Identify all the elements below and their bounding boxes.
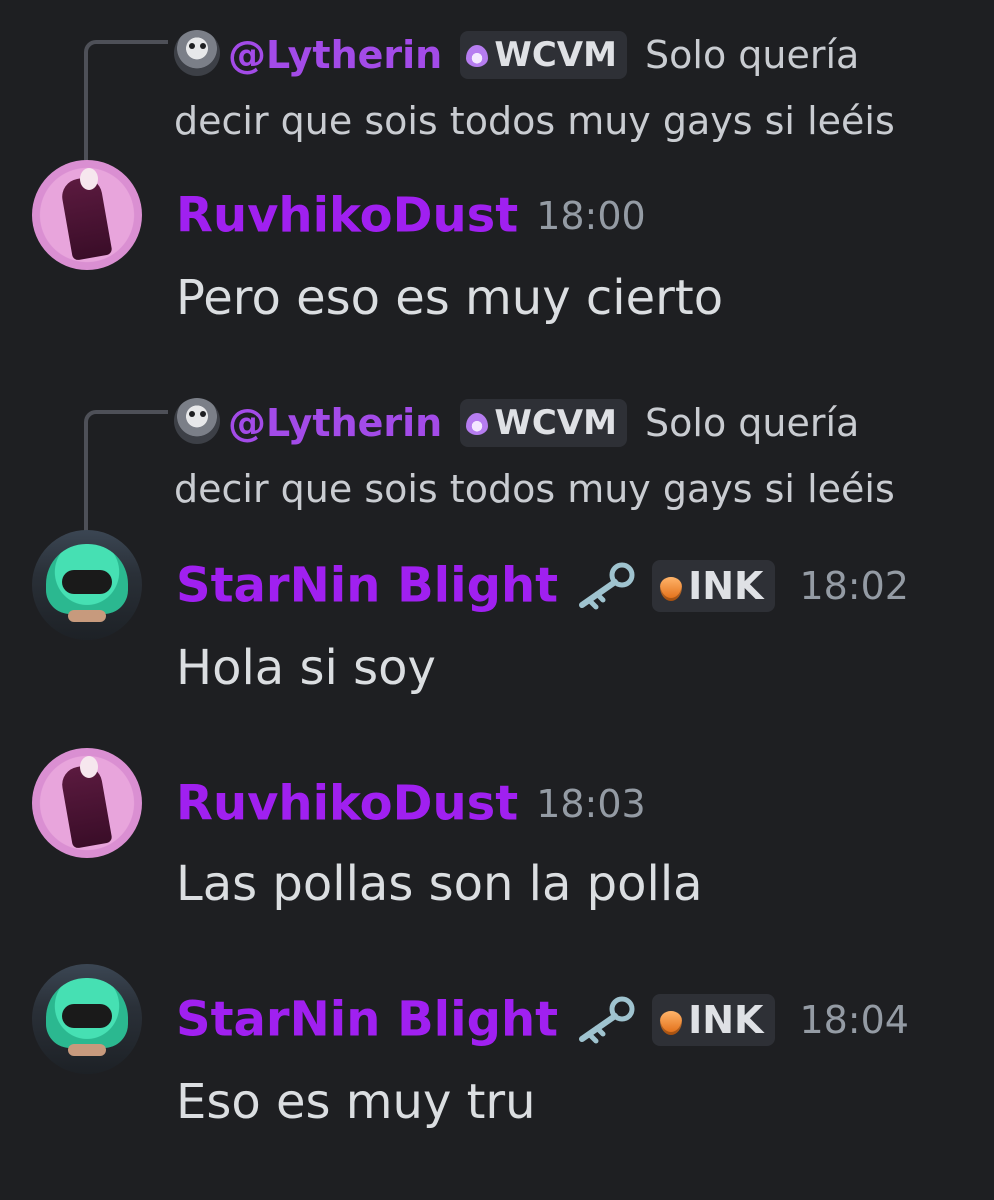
message-text: Hola si soy <box>176 640 436 696</box>
author-name[interactable]: RuvhikoDust <box>176 188 518 244</box>
timestamp: 18:03 <box>536 781 646 826</box>
server-tag[interactable]: INK <box>652 993 776 1046</box>
author-name[interactable]: StarNin Blight <box>176 558 558 614</box>
key-icon[interactable] <box>572 561 638 611</box>
message-header: RuvhikoDust 18:03 <box>176 766 646 840</box>
timestamp: 18:00 <box>536 193 646 238</box>
reply-connector <box>84 410 168 534</box>
reply-text-continued: decir que sois todos muy gays si leéis <box>174 99 895 143</box>
reply-text: Solo quería <box>645 401 860 445</box>
timestamp: 18:02 <box>799 563 909 608</box>
orange-drop-icon <box>660 576 683 601</box>
author-name[interactable]: StarNin Blight <box>176 992 558 1048</box>
message-header: StarNin Blight INK 18:04 <box>176 982 909 1056</box>
avatar[interactable] <box>32 748 142 858</box>
reply-preview[interactable]: @Lytherin WCVM Solo quería decir que soi… <box>174 22 964 154</box>
server-tag[interactable]: WCVM <box>460 399 627 447</box>
message-text: Pero eso es muy cierto <box>176 270 724 326</box>
avatar[interactable] <box>32 530 142 640</box>
avatar[interactable] <box>32 160 142 270</box>
server-tag[interactable]: WCVM <box>460 31 627 79</box>
server-tag[interactable]: INK <box>652 559 776 612</box>
reply-avatar[interactable] <box>174 398 220 444</box>
avatar[interactable] <box>32 964 142 1074</box>
purple-flame-icon <box>466 45 489 67</box>
chat-log: @Lytherin WCVM Solo quería decir que soi… <box>0 0 994 1200</box>
timestamp: 18:04 <box>799 997 909 1042</box>
server-tag-label: WCVM <box>494 403 617 443</box>
server-tag-label: WCVM <box>494 35 617 75</box>
reply-avatar[interactable] <box>174 30 220 76</box>
purple-flame-icon <box>466 413 489 435</box>
server-tag-label: INK <box>688 997 764 1042</box>
message-text: Eso es muy tru <box>176 1074 536 1130</box>
reply-preview[interactable]: @Lytherin WCVM Solo quería decir que soi… <box>174 390 964 522</box>
message-header: RuvhikoDust 18:00 <box>176 178 646 252</box>
message-header: StarNin Blight INK 18:02 <box>176 548 909 622</box>
orange-drop-icon <box>660 1010 683 1035</box>
reply-author[interactable]: @Lytherin <box>228 401 442 445</box>
author-name[interactable]: RuvhikoDust <box>176 776 518 832</box>
reply-text: Solo quería <box>645 33 860 77</box>
reply-text-continued: decir que sois todos muy gays si leéis <box>174 467 895 511</box>
key-icon[interactable] <box>572 995 638 1045</box>
reply-author[interactable]: @Lytherin <box>228 33 442 77</box>
server-tag-label: INK <box>688 563 764 608</box>
message-text: Las pollas son la polla <box>176 856 703 912</box>
reply-connector <box>84 40 168 164</box>
